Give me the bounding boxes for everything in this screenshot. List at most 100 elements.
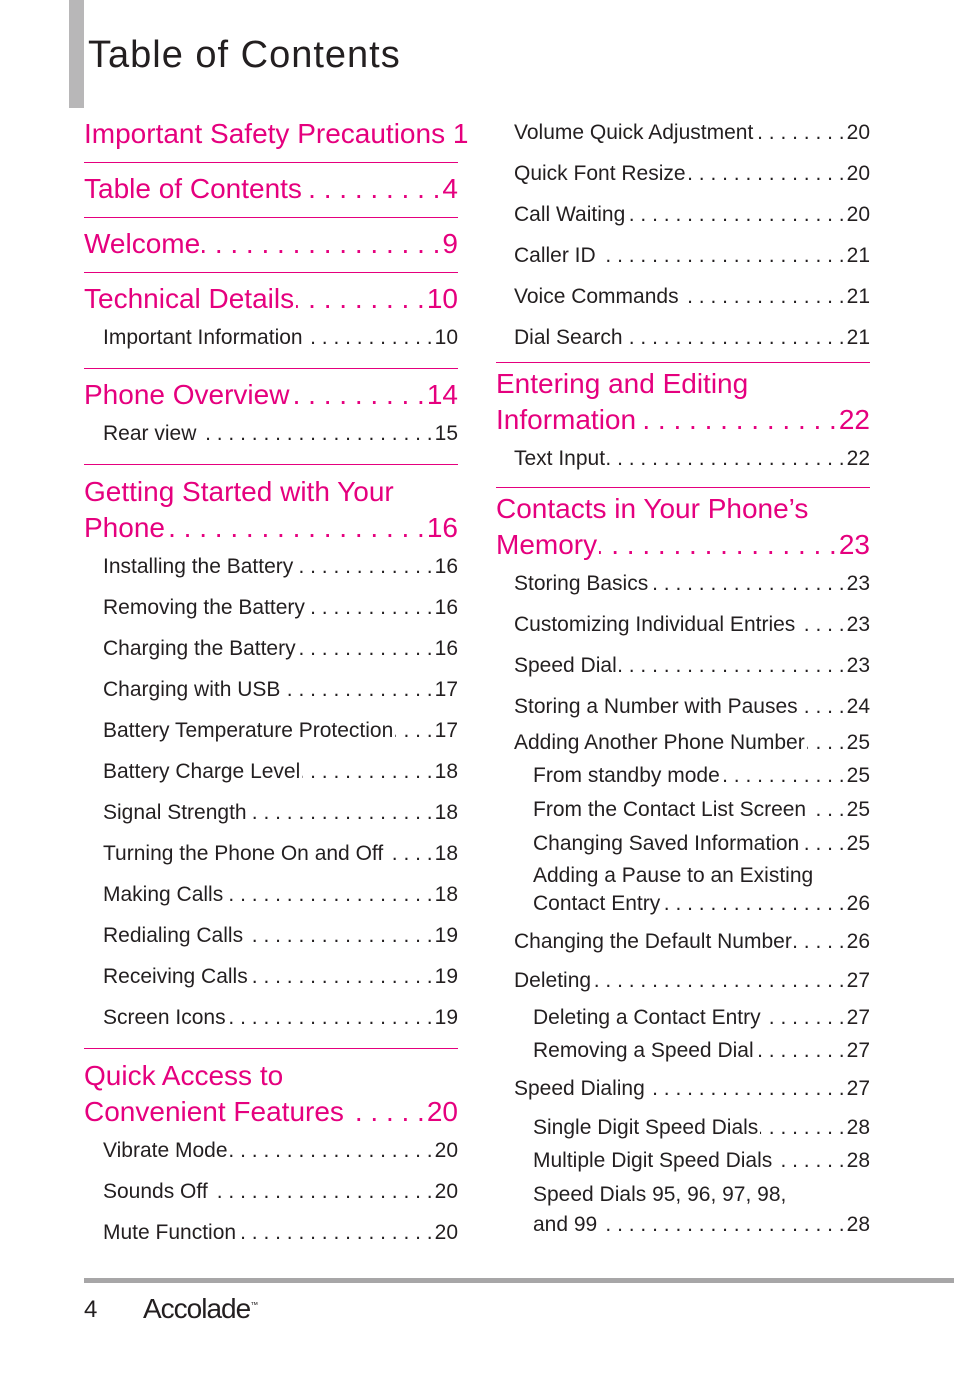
toc-subitem[interactable]: Deleting a Contact Entry 27 <box>496 1001 870 1034</box>
toc-item[interactable]: Storing Basics 23 <box>496 563 870 604</box>
section-link[interactable]: Information 22 <box>496 402 870 438</box>
entry-label: Removing a Speed Dial <box>533 1039 754 1062</box>
toc-subitem-line[interactable]: Adding a Pause to an Existing <box>496 861 870 891</box>
dot-leader <box>662 891 844 917</box>
section-link[interactable]: Important Safety Precautions 1 <box>84 116 468 152</box>
section-link[interactable]: Welcome 9 <box>84 226 458 262</box>
toc-subitem[interactable]: and 99 28 <box>496 1213 870 1237</box>
entry-label: Rear view <box>103 422 197 445</box>
toc-subitem[interactable]: Multiple Digit Speed Dials 28 <box>496 1144 870 1177</box>
toc-item[interactable]: Storing a Number with Pauses 24 <box>496 686 870 727</box>
page-ref: 19 <box>434 965 458 988</box>
toc-section: Quick Access toConvenient Features20Vibr… <box>84 1049 458 1263</box>
section-link[interactable]: Convenient Features 20 <box>84 1094 458 1130</box>
toc-item[interactable]: Changing the Default Number 26 <box>496 923 870 961</box>
toc-item[interactable]: Mute Function 20 <box>84 1212 458 1253</box>
entry-label: Changing Saved Information <box>533 832 800 855</box>
section-link[interactable]: Memory 23 <box>496 527 870 563</box>
page-ref: 20 <box>434 1180 458 1203</box>
page-ref: 27 <box>846 969 870 992</box>
toc-subitem-line[interactable]: Speed Dials 95, 96, 97, 98, <box>496 1177 870 1213</box>
section-link[interactable]: Phone Overview 14 <box>84 377 458 413</box>
toc-item[interactable]: Charging with USB 17 <box>84 669 458 710</box>
dot-leader <box>760 1111 844 1144</box>
entry-label: Table of Contents <box>84 173 302 204</box>
toc-item[interactable]: Voice Commands 21 <box>496 276 870 317</box>
toc-item[interactable]: Redialing Calls 19 <box>84 915 458 956</box>
entry-label: Dial Search <box>514 326 623 349</box>
page-ref: 26 <box>846 892 870 915</box>
toc-item[interactable]: Text Input 22 <box>496 438 870 479</box>
section-title-line[interactable]: Contacts in Your Phone’s <box>496 490 870 527</box>
entry-label: Important Safety Precautions 1 <box>84 118 469 149</box>
toc-item[interactable]: Customizing Individual Entries 23 <box>496 604 870 645</box>
dot-leader <box>295 546 432 587</box>
section-title-line[interactable]: Quick Access to <box>84 1057 458 1094</box>
page-ref: 16 <box>426 512 458 543</box>
toc-item[interactable]: Rear view 15 <box>84 413 458 454</box>
toc-item[interactable]: Charging the Battery 16 <box>84 628 458 669</box>
toc-item[interactable]: Sounds Off 20 <box>84 1171 458 1212</box>
toc-item[interactable]: Vibrate Mode 20 <box>84 1130 458 1171</box>
toc-item[interactable]: Adding Another Phone Number 25 <box>496 727 870 759</box>
toc-item[interactable]: Battery Charge Level 18 <box>84 751 458 792</box>
page-ref: 27 <box>846 1039 870 1062</box>
toc-item[interactable]: Speed Dialing 27 <box>496 1067 870 1111</box>
dot-leader <box>650 563 844 604</box>
toc-item[interactable]: Call Waiting 20 <box>496 194 870 235</box>
section-title-line[interactable]: Getting Started with Your <box>84 473 458 510</box>
toc-item[interactable]: Making Calls 18 <box>84 874 458 915</box>
toc-subitem[interactable]: From the Contact List Screen 25 <box>496 793 870 827</box>
toc-item[interactable]: Removing the Battery 16 <box>84 587 458 628</box>
dot-leader <box>647 1067 845 1111</box>
toc-item[interactable]: Speed Dial 23 <box>496 645 870 686</box>
toc-item[interactable]: Caller ID 21 <box>496 235 870 276</box>
toc-item[interactable]: Important Information 10 <box>84 317 458 358</box>
page-ref: 19 <box>434 924 458 947</box>
toc-subitem[interactable]: Changing Saved Information 25 <box>496 827 870 861</box>
section-link[interactable]: Technical Details 10 <box>84 281 458 317</box>
entry-label: From the Contact List Screen <box>533 798 807 821</box>
dot-leader <box>298 628 433 669</box>
toc-section: Technical Details10Important Information… <box>84 273 458 369</box>
entry-label: Speed Dialing <box>514 1077 645 1100</box>
trademark-mark: ™ <box>250 1300 259 1310</box>
page-ref: 24 <box>846 695 870 718</box>
toc-item[interactable]: Turning the Phone On and Off 18 <box>84 833 458 874</box>
entry-label: Charging the Battery <box>103 637 296 660</box>
toc-item[interactable]: Screen Icons 19 <box>84 997 458 1038</box>
page-ref: 20 <box>434 1139 458 1162</box>
entry-label: Memory <box>496 529 598 560</box>
dot-leader <box>722 759 845 793</box>
page-ref: 28 <box>846 1116 870 1139</box>
page-ref: 21 <box>846 285 870 308</box>
toc-item[interactable]: Signal Strength 18 <box>84 792 458 833</box>
entry-label: Caller ID <box>514 244 596 267</box>
toc-item[interactable]: Dial Search 21 <box>496 317 870 358</box>
entry-label: Technical Details <box>84 283 295 314</box>
page-ref: 27 <box>846 1077 870 1100</box>
toc-item[interactable]: Receiving Calls 19 <box>84 956 458 997</box>
title-accent-bar <box>69 0 84 108</box>
section-link[interactable]: Phone 16 <box>84 510 458 546</box>
dot-leader <box>305 317 433 358</box>
entry-label: Contact Entry <box>533 892 661 915</box>
toc-item[interactable]: Deleting 27 <box>496 961 870 1001</box>
brand-name: Accolade <box>143 1293 251 1324</box>
toc-subitem[interactable]: Single Digit Speed Dials 28 <box>496 1111 870 1144</box>
toc-item[interactable]: Quick Font Resize 20 <box>496 153 870 194</box>
toc-item[interactable]: Battery Temperature Protection 17 <box>84 710 458 751</box>
section-link[interactable]: Table of Contents 4 <box>84 171 458 207</box>
dot-leader <box>593 961 845 1001</box>
page-ref: 15 <box>434 422 458 445</box>
toc-item[interactable]: Installing the Battery 16 <box>84 546 458 587</box>
page-ref: 25 <box>846 764 870 787</box>
toc-item[interactable]: Volume Quick Adjustment 20 <box>496 112 870 153</box>
page-ref: 20 <box>846 121 870 144</box>
toc-subitem[interactable]: Contact Entry 26 <box>496 891 870 917</box>
entry-label: Changing the Default Number <box>514 930 792 953</box>
page-title: Table of Contents <box>88 34 401 76</box>
toc-subitem[interactable]: Removing a Speed Dial 27 <box>496 1034 870 1067</box>
section-title-line[interactable]: Entering and Editing <box>496 365 870 402</box>
toc-subitem[interactable]: From standby mode 25 <box>496 759 870 793</box>
